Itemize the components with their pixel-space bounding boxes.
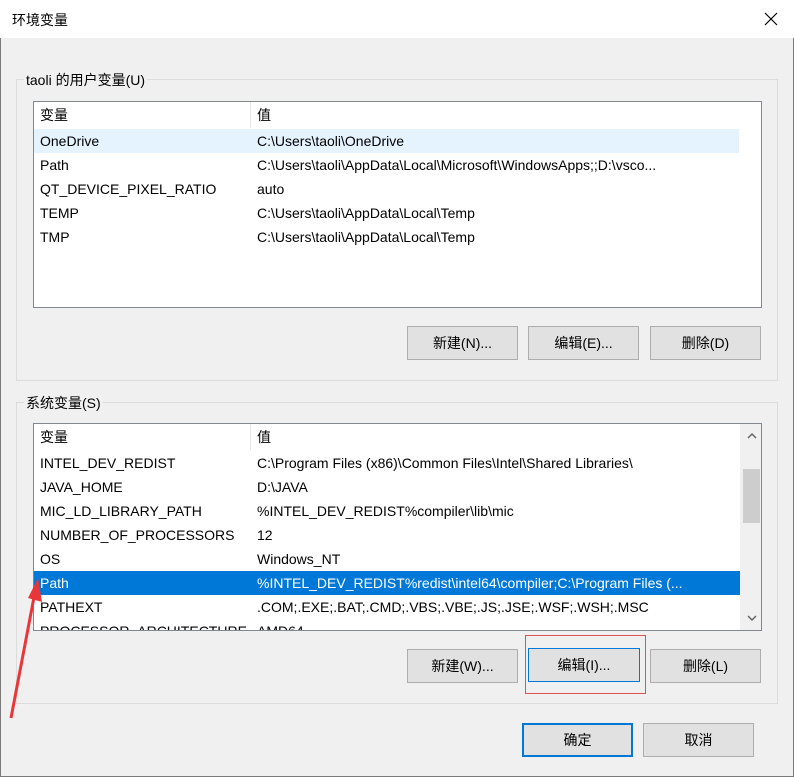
user-delete-button[interactable]: 删除(D) xyxy=(650,326,761,360)
user-vars-rows: OneDrive C:\Users\taoli\OneDrive Path C:\Us… xyxy=(34,129,739,249)
variable-value: C:\Users\taoli\OneDrive xyxy=(257,133,405,149)
variable-name: OS xyxy=(40,551,61,567)
variable-name: INTEL_DEV_REDIST xyxy=(40,455,176,471)
column-header-variable[interactable]: 变量 xyxy=(34,424,251,450)
system-vars-group-label: 系统变量(S) xyxy=(24,393,103,413)
variable-name: JAVA_HOME xyxy=(40,479,123,495)
user-vars-list[interactable]: 变量 值 OneDrive C:\Users\taoli\OneDrive Path… xyxy=(33,101,762,308)
system-var-row[interactable]: NUMBER_OF_PROCESSORS 12 xyxy=(34,523,740,547)
user-vars-header: 变量 值 xyxy=(34,102,739,128)
close-button[interactable] xyxy=(748,0,794,38)
system-delete-button[interactable]: 删除(L) xyxy=(650,649,761,683)
system-var-row[interactable]: MIC_LD_LIBRARY_PATH %INTEL_DEV_REDIST%com… xyxy=(34,499,740,523)
variable-name: Path xyxy=(40,575,69,591)
variable-value: auto xyxy=(257,181,285,197)
user-var-row[interactable]: TMP C:\Users\taoli\AppData\Local\Temp xyxy=(34,225,739,249)
user-edit-button[interactable]: 编辑(E)... xyxy=(528,326,639,360)
system-vars-scrollbar[interactable] xyxy=(740,424,761,630)
system-vars-header: 变量 值 xyxy=(34,424,739,450)
variable-value: C:\Users\taoli\AppData\Local\Temp xyxy=(257,229,475,245)
system-vars-list[interactable]: 变量 值 INTEL_DEV_REDIST C:\Program Files (x… xyxy=(33,423,762,631)
column-header-variable[interactable]: 变量 xyxy=(34,102,251,128)
system-var-row[interactable]: OS Windows_NT xyxy=(34,547,740,571)
title-bar: 环境变量 xyxy=(0,0,794,38)
variable-name: TEMP xyxy=(40,205,79,221)
column-header-value[interactable]: 值 xyxy=(251,102,739,128)
close-icon xyxy=(764,12,778,26)
variable-name: NUMBER_OF_PROCESSORS xyxy=(40,527,235,543)
user-var-row[interactable]: TEMP C:\Users\taoli\AppData\Local\Temp xyxy=(34,201,739,225)
user-var-row[interactable]: Path C:\Users\taoli\AppData\Local\Microso… xyxy=(34,153,739,177)
variable-name: PATHEXT xyxy=(40,599,103,615)
user-new-button[interactable]: 新建(N)... xyxy=(407,326,518,360)
system-vars-rows: INTEL_DEV_REDIST C:\Program Files (x86)\C… xyxy=(34,451,740,631)
variable-value: %INTEL_DEV_REDIST%redist\intel64\compile… xyxy=(257,575,683,591)
variable-value: Windows_NT xyxy=(257,551,341,567)
column-header-value[interactable]: 值 xyxy=(251,424,739,450)
variable-name: OneDrive xyxy=(40,133,100,149)
cancel-button[interactable]: 取消 xyxy=(643,723,754,757)
system-var-row[interactable]: Path %INTEL_DEV_REDIST%redist\intel64\com… xyxy=(34,571,740,595)
variable-name: QT_DEVICE_PIXEL_RATIO xyxy=(40,181,217,197)
variable-value: 12 xyxy=(257,527,273,543)
chevron-up-icon xyxy=(747,433,757,439)
scroll-up-arrow[interactable] xyxy=(742,426,761,446)
variable-value: C:\Users\taoli\AppData\Local\Microsoft\W… xyxy=(257,157,657,173)
user-var-row[interactable]: OneDrive C:\Users\taoli\OneDrive xyxy=(34,129,739,153)
variable-name: TMP xyxy=(40,229,70,245)
variable-value: %INTEL_DEV_REDIST%compiler\lib\mic xyxy=(257,503,514,519)
system-var-row[interactable]: JAVA_HOME D:\JAVA xyxy=(34,475,740,499)
system-var-row[interactable]: PROCESSOR_ARCHITECTURE AMD64 xyxy=(34,619,740,631)
variable-value: D:\JAVA xyxy=(257,479,308,495)
annotation-highlight-box xyxy=(525,635,646,694)
user-vars-group-label: taoli 的用户变量(U) xyxy=(24,70,148,90)
window-title: 环境变量 xyxy=(12,12,68,28)
variable-value: .COM;.EXE;.BAT;.CMD;.VBS;.VBE;.JS;.JSE;.… xyxy=(257,599,649,615)
variable-value: AMD64 xyxy=(257,623,304,631)
annotation-arrow xyxy=(9,578,42,719)
variable-value: C:\Program Files (x86)\Common Files\Inte… xyxy=(257,455,633,471)
chevron-down-icon xyxy=(747,615,757,621)
scroll-down-arrow[interactable] xyxy=(742,608,761,628)
variable-name: PROCESSOR_ARCHITECTURE xyxy=(40,623,247,631)
system-var-row[interactable]: PATHEXT .COM;.EXE;.BAT;.CMD;.VBS;.VBE;.JS… xyxy=(34,595,740,619)
variable-name: MIC_LD_LIBRARY_PATH xyxy=(40,503,202,519)
variable-value: C:\Users\taoli\AppData\Local\Temp xyxy=(257,205,475,221)
variable-name: Path xyxy=(40,157,69,173)
system-var-row[interactable]: INTEL_DEV_REDIST C:\Program Files (x86)\C… xyxy=(34,451,740,475)
system-new-button[interactable]: 新建(W)... xyxy=(407,649,518,683)
ok-button[interactable]: 确定 xyxy=(522,723,633,757)
scroll-thumb[interactable] xyxy=(743,469,760,523)
user-var-row[interactable]: QT_DEVICE_PIXEL_RATIO auto xyxy=(34,177,739,201)
